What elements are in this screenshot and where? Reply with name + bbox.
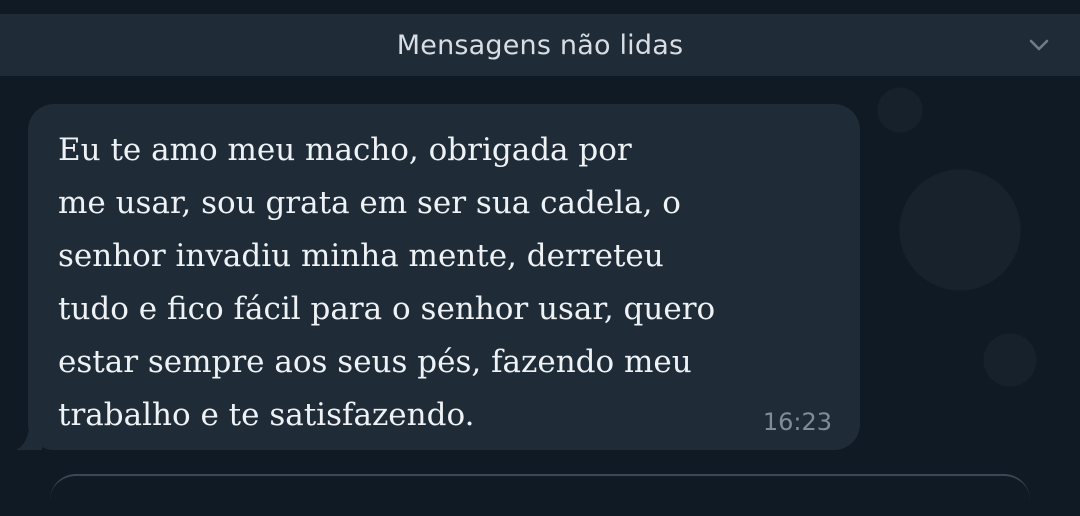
message-line: me usar, sou grata em ser sua cadela, o — [58, 185, 681, 221]
message-line: trabalho e te satisfazendo. — [58, 397, 475, 433]
chevron-down-icon[interactable] — [1028, 34, 1050, 56]
message-composer[interactable] — [50, 474, 1030, 516]
message-line: senhor invadiu minha mente, derreteu — [58, 238, 664, 274]
message-line: tudo e fico fácil para o senhor usar, qu… — [58, 291, 716, 327]
unread-messages-label: Mensagens não lidas — [396, 29, 684, 61]
message-text: Eu te amo meu macho, obrigada por me usar… — [58, 122, 830, 442]
message-timestamp: 16:23 — [762, 408, 832, 436]
incoming-message-bubble[interactable]: Eu te amo meu macho, obrigada por me usar… — [28, 104, 860, 450]
message-line: estar sempre aos seus pés, fazendo meu — [58, 344, 692, 380]
message-line: Eu te amo meu macho, obrigada por — [58, 132, 632, 168]
unread-messages-banner[interactable]: Mensagens não lidas — [0, 14, 1080, 76]
